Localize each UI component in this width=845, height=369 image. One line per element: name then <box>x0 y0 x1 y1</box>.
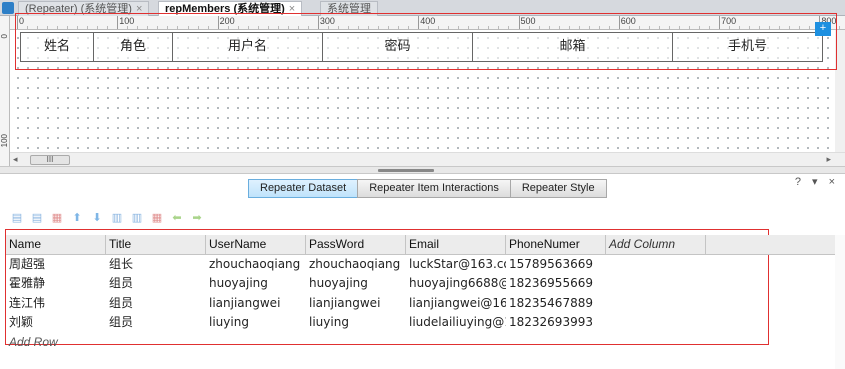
cell-title[interactable]: 组员 <box>106 294 206 314</box>
table-row[interactable]: 周超强 组长 zhouchaoqiang zhouchaoqiang luckStar@… <box>6 255 845 275</box>
header-cell-username: 用户名 <box>173 33 323 61</box>
axure-editor-window: (Repeater) (系统管理) × repMembers (系统管理) × 系统… <box>0 0 845 369</box>
cell-phone[interactable]: 18232693993 <box>506 313 606 333</box>
cell-name[interactable]: 周超强 <box>6 255 106 275</box>
column-header-username[interactable]: UserName <box>206 235 306 255</box>
scrollbar-thumb[interactable]: III <box>30 155 70 165</box>
header-cell-password: 密码 <box>323 33 473 61</box>
left-ruler: 0 100 <box>0 16 10 166</box>
cell-name[interactable]: 连江伟 <box>6 294 106 314</box>
header-cell-email: 邮箱 <box>473 33 673 61</box>
tab-repeater-dataset[interactable]: Repeater Dataset <box>248 179 359 198</box>
dataset-rows: 周超强 组长 zhouchaoqiang zhouchaoqiang luckStar@… <box>6 255 845 333</box>
header-cell-phone: 手机号 <box>673 33 822 61</box>
cell-phone[interactable]: 15789563669 <box>506 255 606 275</box>
column-header-phone[interactable]: PhoneNumer <box>506 235 606 255</box>
header-cell-name: 姓名 <box>21 33 94 61</box>
scroll-right-arrow-icon[interactable]: ▸ <box>826 154 831 165</box>
insert-column-right-icon[interactable]: ▥ <box>130 211 144 225</box>
cell-password[interactable]: liuying <box>306 313 406 333</box>
repeater-subtabs: Repeater Dataset Repeater Item Interacti… <box>248 179 607 198</box>
cell-username[interactable]: huoyajing <box>206 274 306 294</box>
insert-row-above-icon[interactable]: ▤ <box>10 211 24 225</box>
tab-repeater-style[interactable]: Repeater Style <box>509 179 607 198</box>
cell-phone[interactable]: 18236955669 <box>506 274 606 294</box>
delete-row-icon[interactable]: ▦ <box>50 211 64 225</box>
add-row-button[interactable]: Add Row <box>6 333 845 351</box>
panel-splitter[interactable] <box>0 166 845 174</box>
cell-password[interactable]: lianjiangwei <box>306 294 406 314</box>
column-header-password[interactable]: PassWord <box>306 235 406 255</box>
canvas-horizontal-scrollbar[interactable]: ◂ III ▸ <box>10 152 845 166</box>
ruler-label: 100 <box>0 134 9 148</box>
column-header-name[interactable]: Name <box>6 235 106 255</box>
move-right-icon[interactable]: ➡ <box>190 211 204 225</box>
splitter-grip[interactable] <box>378 169 434 172</box>
cell-password[interactable]: zhouchaoqiang <box>306 255 406 275</box>
cell-email[interactable]: lianjiangwei@163 <box>406 294 506 314</box>
cell-phone[interactable]: 18235467889 <box>506 294 606 314</box>
repeater-properties-panel: ? ▾ × Repeater Dataset Repeater Item Int… <box>0 174 845 369</box>
move-up-icon[interactable]: ⬆ <box>70 211 84 225</box>
header-filler <box>706 235 845 255</box>
panel-vertical-scrollbar[interactable] <box>835 235 845 369</box>
scroll-left-arrow-icon[interactable]: ◂ <box>13 154 18 165</box>
cell-username[interactable]: zhouchaoqiang <box>206 255 306 275</box>
column-header-title[interactable]: Title <box>106 235 206 255</box>
panel-window-controls[interactable]: ? ▾ × <box>795 175 839 188</box>
cell-email[interactable]: luckStar@163.co <box>406 255 506 275</box>
cell-email[interactable]: liudelailiuying@1 <box>406 313 506 333</box>
cell-title[interactable]: 组员 <box>106 313 206 333</box>
move-down-icon[interactable]: ⬇ <box>90 211 104 225</box>
cell-email[interactable]: huoyajing6688@1 <box>406 274 506 294</box>
cell-name[interactable]: 刘颖 <box>6 313 106 333</box>
move-left-icon[interactable]: ⬅ <box>170 211 184 225</box>
cell-username[interactable]: lianjiangwei <box>206 294 306 314</box>
table-row[interactable]: 霍雅静组员huoyajinghuoyajinghuoyajing6688@118… <box>6 274 845 294</box>
header-cell-role: 角色 <box>94 33 173 61</box>
dataset-toolbar: ▤ ▤ ▦ ⬆ ⬇ ▥ ▥ ▦ ⬅ ➡ <box>10 211 204 225</box>
cell-username[interactable]: liuying <box>206 313 306 333</box>
table-row[interactable]: 连江伟 组员 lianjiangwei lianjiangwei lianjiangwe… <box>6 294 845 314</box>
cell-name[interactable]: 霍雅静 <box>6 274 106 294</box>
ruler-label: 0 <box>0 34 9 39</box>
widget-resize-marker[interactable]: + <box>815 22 831 36</box>
dataset-header-row: Name Title UserName PassWord Email Phone… <box>6 235 845 255</box>
table-row[interactable]: 刘颖 组员 liuying liuying liudelailiuying@1 18232… <box>6 313 845 333</box>
add-column-button[interactable]: Add Column <box>606 235 706 255</box>
insert-column-left-icon[interactable]: ▥ <box>110 211 124 225</box>
tab-repeater-item-interactions[interactable]: Repeater Item Interactions <box>357 179 511 198</box>
column-header-email[interactable]: Email <box>406 235 506 255</box>
cell-password[interactable]: huoyajing <box>306 274 406 294</box>
app-icon <box>2 2 14 14</box>
dataset-grid[interactable]: Name Title UserName PassWord Email Phone… <box>6 235 845 351</box>
repeater-widget[interactable]: 姓名 角色 用户名 密码 邮箱 手机号 <box>20 32 823 62</box>
cell-title[interactable]: 组长 <box>106 255 206 275</box>
insert-row-below-icon[interactable]: ▤ <box>30 211 44 225</box>
delete-column-icon[interactable]: ▦ <box>150 211 164 225</box>
cell-title[interactable]: 组员 <box>106 274 206 294</box>
